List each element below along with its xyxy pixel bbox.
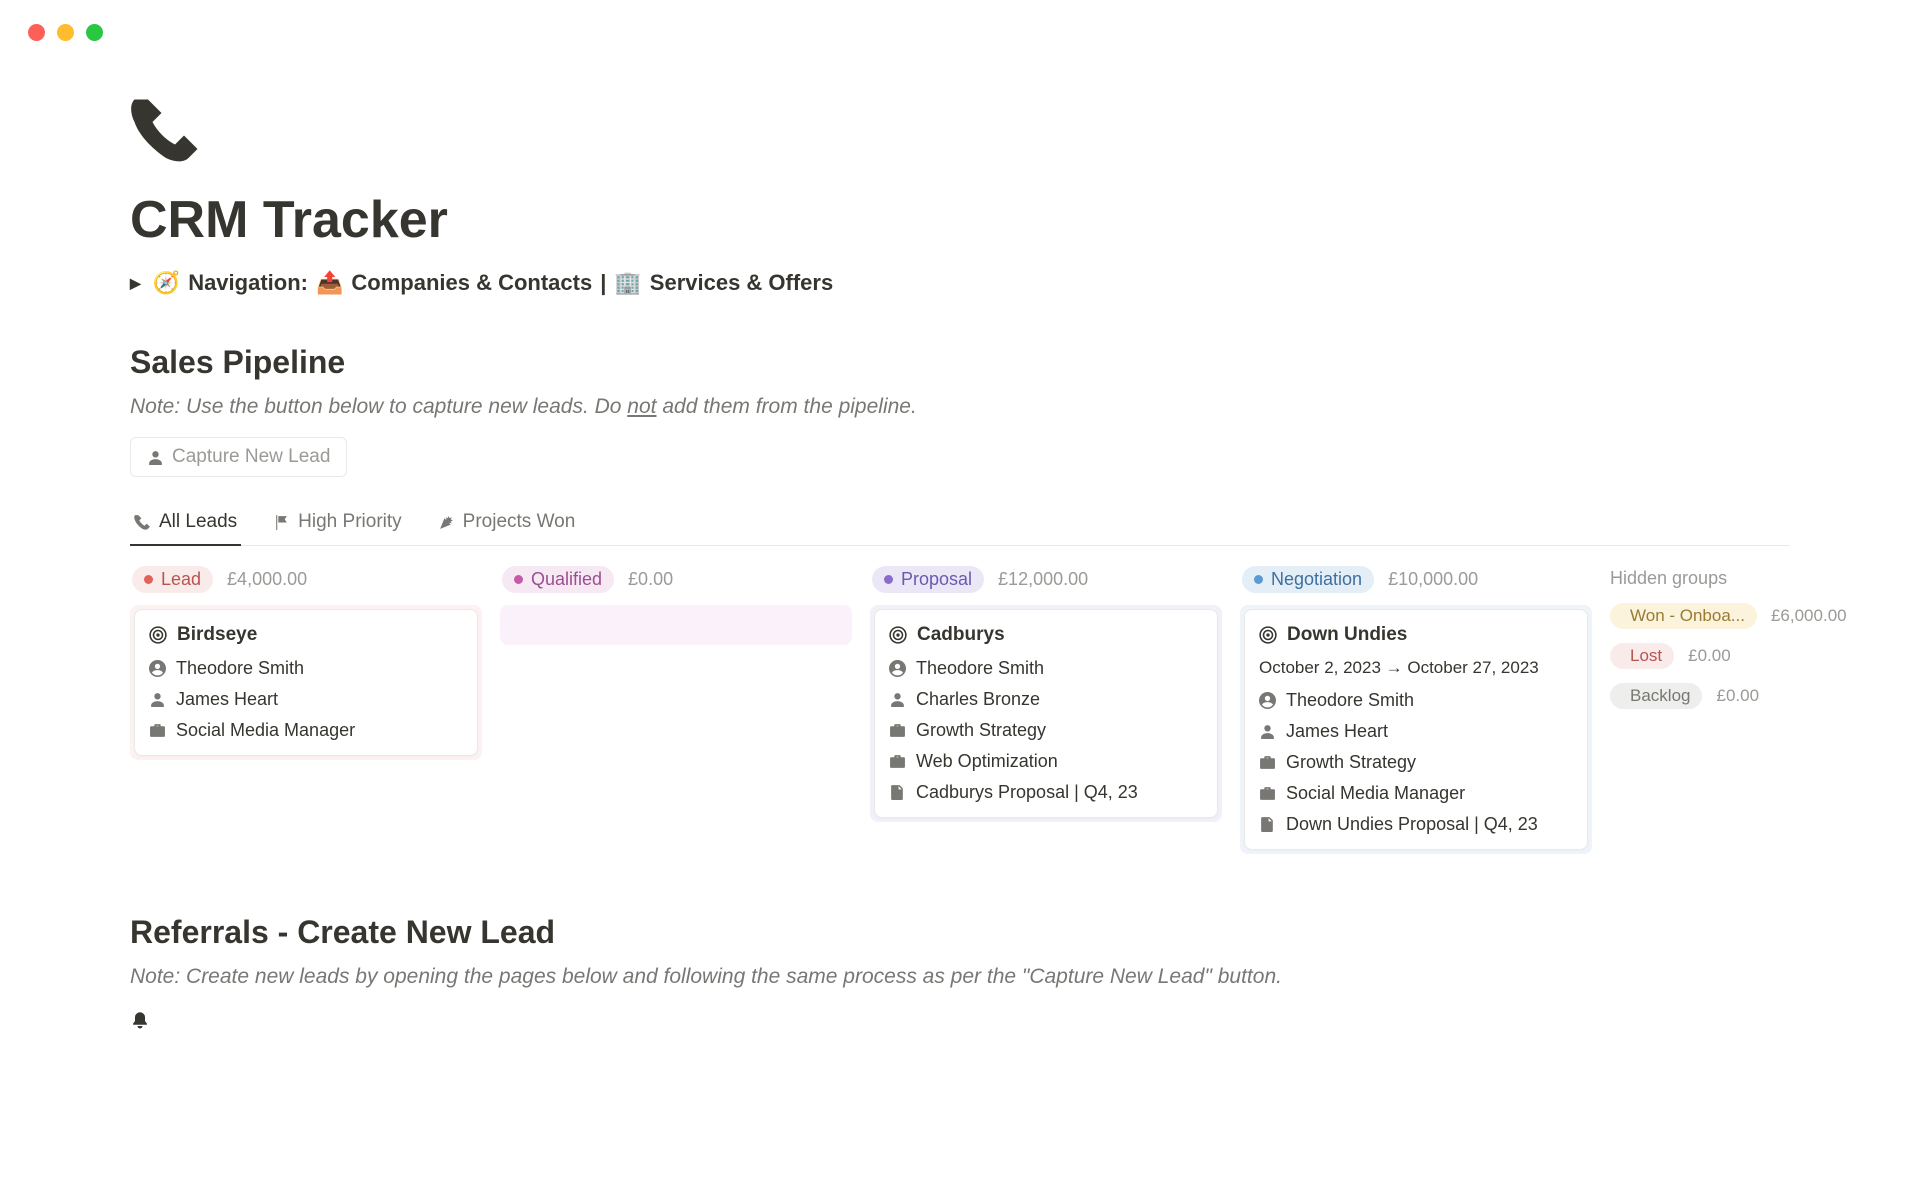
person-add-icon [147,449,164,466]
column-lead: Lead £4,000.00 Birdseye Theodore Smith J… [130,566,482,760]
column-tag-qualified[interactable]: Qualified [502,566,614,593]
compass-icon: 🧭 [153,270,180,296]
hidden-amount-backlog: £0.00 [1716,686,1759,706]
user-circle-icon [1259,692,1276,709]
nav-separator: | [600,270,606,296]
column-negotiation: Negotiation £10,000.00 Down Undies Octob… [1240,566,1592,854]
nav-link-companies[interactable]: Companies & Contacts [351,270,592,296]
kanban-board: Lead £4,000.00 Birdseye Theodore Smith J… [130,566,1790,854]
capture-new-lead-button[interactable]: Capture New Lead [130,437,347,477]
capture-button-label: Capture New Lead [172,446,330,468]
column-amount-lead: £4,000.00 [227,569,307,590]
user-circle-icon [149,660,166,677]
person-icon [1259,723,1276,740]
column-tag-proposal[interactable]: Proposal [872,566,984,593]
navigation-row: ▶ 🧭 Navigation: 📤 Companies & Contacts |… [130,270,1790,296]
card-down-undies[interactable]: Down Undies October 2, 2023 → October 27… [1244,609,1588,850]
window-minimize-button[interactable] [57,24,74,41]
pipeline-note: Note: Use the button below to capture ne… [130,395,1790,419]
sales-pipeline-heading: Sales Pipeline [130,344,1790,381]
tab-all-leads[interactable]: All Leads [130,503,241,545]
pipeline-tabs: All Leads High Priority Projects Won [130,503,1790,546]
column-amount-qualified: £0.00 [628,569,673,590]
hidden-tag-lost[interactable]: Lost [1610,643,1674,669]
page-title: CRM Tracker [130,190,1790,250]
hidden-groups: Hidden groups Won - Onboa... £6,000.00 L… [1610,566,1870,723]
page-icon-phone[interactable] [130,95,1790,172]
hidden-tag-backlog[interactable]: Backlog [1610,683,1702,709]
hidden-amount-lost: £0.00 [1688,646,1731,666]
outbox-icon: 📤 [316,270,343,296]
hidden-tag-won[interactable]: Won - Onboa... [1610,603,1757,629]
hidden-groups-heading: Hidden groups [1610,568,1870,589]
column-qualified: Qualified £0.00 [500,566,852,645]
hidden-amount-won: £6,000.00 [1771,606,1847,626]
tab-projects-won[interactable]: Projects Won [434,503,580,545]
office-icon: 🏢 [614,270,641,296]
person-icon [149,691,166,708]
column-proposal: Proposal £12,000.00 Cadburys Theodore Sm… [870,566,1222,822]
phone-icon [134,514,151,531]
window-maximize-button[interactable] [86,24,103,41]
referrals-note: Note: Create new leads by opening the pa… [130,965,1790,989]
bell-icon[interactable] [130,1011,1790,1036]
target-icon [889,626,907,644]
user-circle-icon [889,660,906,677]
column-tag-lead[interactable]: Lead [132,566,213,593]
file-icon [1259,816,1276,833]
card-date-range: October 2, 2023 → October 27, 2023 [1259,658,1573,678]
nav-label: Navigation: [188,270,308,296]
briefcase-icon [889,722,906,739]
briefcase-icon [889,753,906,770]
window-controls [0,0,1920,65]
flag-icon [273,514,290,531]
file-icon [889,784,906,801]
column-amount-negotiation: £10,000.00 [1388,569,1478,590]
referrals-heading: Referrals - Create New Lead [130,914,1790,951]
target-icon [149,626,167,644]
target-icon [1259,626,1277,644]
nav-link-services[interactable]: Services & Offers [650,270,833,296]
briefcase-icon [1259,785,1276,802]
card-birdseye[interactable]: Birdseye Theodore Smith James Heart Soci… [134,609,478,756]
person-icon [889,691,906,708]
toggle-triangle-icon[interactable]: ▶ [130,275,141,292]
card-cadburys[interactable]: Cadburys Theodore Smith Charles Bronze G… [874,609,1218,818]
tab-high-priority[interactable]: High Priority [269,503,405,545]
window-close-button[interactable] [28,24,45,41]
briefcase-icon [1259,754,1276,771]
column-amount-proposal: £12,000.00 [998,569,1088,590]
confetti-icon [438,514,455,531]
column-tag-negotiation[interactable]: Negotiation [1242,566,1374,593]
briefcase-icon [149,722,166,739]
